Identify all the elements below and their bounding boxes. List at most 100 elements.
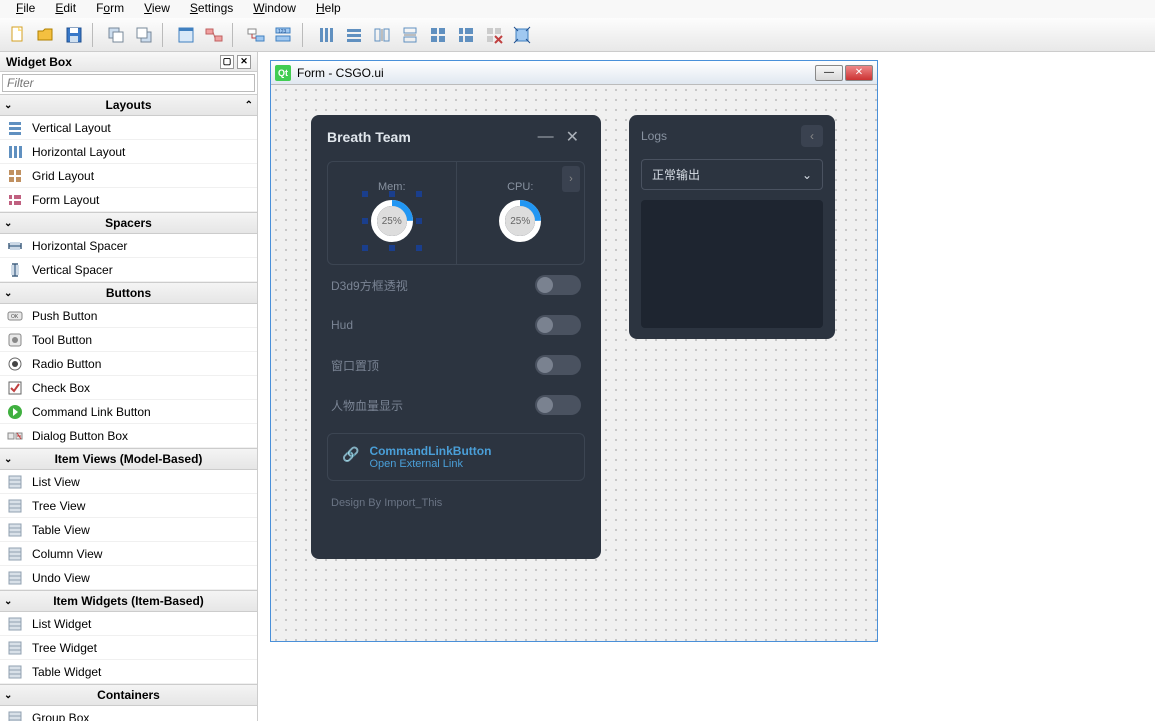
widget-item-label: Tree Widget <box>32 641 97 655</box>
widget-item-label: Table Widget <box>32 665 101 679</box>
dock-close-icon[interactable]: ✕ <box>237 55 251 69</box>
widget-item[interactable]: Group Box <box>0 706 257 721</box>
toggle-switch[interactable] <box>535 275 581 295</box>
mem-label: Mem: <box>378 181 406 193</box>
svg-text:OK: OK <box>11 314 19 320</box>
mem-gauge[interactable]: Mem: 25% <box>328 162 456 264</box>
widget-item[interactable]: Tree Widget <box>0 636 257 660</box>
widget-box-title: Widget Box ▢ ✕ <box>0 52 257 72</box>
toggle-row: 人物血量显示 <box>311 385 601 425</box>
widget-item-icon <box>6 331 24 349</box>
widget-item[interactable]: OKPush Button <box>0 304 257 328</box>
tool-edit-signals-icon[interactable] <box>200 21 228 49</box>
tool-edit-widgets-icon[interactable] <box>172 21 200 49</box>
tool-adjust-size-icon[interactable] <box>508 21 536 49</box>
tool-edit-buddies-icon[interactable] <box>242 21 270 49</box>
panel-close-icon[interactable]: ✕ <box>560 127 585 147</box>
command-link-button[interactable]: 🔗 CommandLinkButton Open External Link <box>327 433 585 481</box>
widget-item[interactable]: Horizontal Layout <box>0 140 257 164</box>
qt-logo-icon: Qt <box>275 65 291 81</box>
logs-dropdown[interactable]: 正常输出 ⌄ <box>641 159 823 190</box>
widget-item-icon <box>6 143 24 161</box>
cpu-gauge[interactable]: CPU: 25% <box>456 162 585 264</box>
toggle-label: D3d9方框透视 <box>331 277 408 294</box>
logs-output[interactable] <box>641 200 823 328</box>
widget-box-list[interactable]: ⌄Layouts⌃Vertical LayoutHorizontal Layou… <box>0 94 257 721</box>
widget-item[interactable]: Check Box <box>0 376 257 400</box>
widget-section-header[interactable]: ⌄Layouts⌃ <box>0 94 257 116</box>
widget-item[interactable]: Vertical Spacer <box>0 258 257 282</box>
widget-item[interactable]: Dialog Button Box <box>0 424 257 448</box>
widget-item[interactable]: Undo View <box>0 566 257 590</box>
tool-open-icon[interactable] <box>32 21 60 49</box>
widget-item[interactable]: List Widget <box>0 612 257 636</box>
widget-item-icon <box>6 639 24 657</box>
menu-edit[interactable]: Edit <box>45 0 86 18</box>
widget-item-label: Tool Button <box>32 333 92 347</box>
widget-section-header[interactable]: ⌄Containers <box>0 684 257 706</box>
toggle-switch[interactable] <box>535 315 581 335</box>
widget-item-icon <box>6 709 24 721</box>
tool-break-layout-icon[interactable] <box>480 21 508 49</box>
menu-form[interactable]: Form <box>86 0 134 18</box>
widget-section-header[interactable]: ⌄Spacers <box>0 212 257 234</box>
widget-section-header[interactable]: ⌄Buttons <box>0 282 257 304</box>
menu-file[interactable]: File <box>6 0 45 18</box>
form-body[interactable]: Breath Team — ✕ › Mem: 25% <box>271 85 877 641</box>
tool-layout-vsplit-icon[interactable] <box>396 21 424 49</box>
widget-item[interactable]: Horizontal Spacer <box>0 234 257 258</box>
toggle-label: Hud <box>331 318 353 332</box>
cmdlink-subtitle: Open External Link <box>369 458 491 470</box>
chevron-down-icon: ⌄ <box>802 168 812 182</box>
widget-item[interactable]: Vertical Layout <box>0 116 257 140</box>
widget-item[interactable]: Tree View <box>0 494 257 518</box>
widget-item-label: Table View <box>32 523 90 537</box>
breath-team-panel[interactable]: Breath Team — ✕ › Mem: 25% <box>311 115 601 559</box>
logs-back-icon[interactable]: ‹ <box>801 125 823 147</box>
tool-layout-h-icon[interactable] <box>312 21 340 49</box>
form-titlebar[interactable]: Qt Form - CSGO.ui — ✕ <box>271 61 877 85</box>
menu-view[interactable]: View <box>134 0 180 18</box>
close-button[interactable]: ✕ <box>845 65 873 81</box>
widget-item[interactable]: Tool Button <box>0 328 257 352</box>
tool-save-icon[interactable] <box>60 21 88 49</box>
widget-item-label: Dialog Button Box <box>32 429 128 443</box>
menu-settings[interactable]: Settings <box>180 0 243 18</box>
tool-new-icon[interactable] <box>4 21 32 49</box>
form-canvas[interactable]: Qt Form - CSGO.ui — ✕ Breath Team — ✕ › <box>258 52 1155 721</box>
widget-item[interactable]: Form Layout <box>0 188 257 212</box>
form-window[interactable]: Qt Form - CSGO.ui — ✕ Breath Team — ✕ › <box>270 60 878 642</box>
panel-minimize-icon[interactable]: — <box>532 128 560 146</box>
widget-section-header[interactable]: ⌄Item Views (Model-Based) <box>0 448 257 470</box>
minimize-button[interactable]: — <box>815 65 843 81</box>
tool-form-layout-icon[interactable] <box>452 21 480 49</box>
widget-item-label: Tree View <box>32 499 85 513</box>
dock-float-icon[interactable]: ▢ <box>220 55 234 69</box>
widget-item[interactable]: Table View <box>0 518 257 542</box>
logs-panel[interactable]: Logs ‹ 正常输出 ⌄ <box>629 115 835 339</box>
widget-item[interactable]: List View <box>0 470 257 494</box>
widget-item[interactable]: Command Link Button <box>0 400 257 424</box>
widget-item[interactable]: Table Widget <box>0 660 257 684</box>
widget-item-icon <box>6 119 24 137</box>
toggle-switch[interactable] <box>535 355 581 375</box>
widget-item-label: Form Layout <box>32 193 99 207</box>
widget-item-icon <box>6 497 24 515</box>
toggle-switch[interactable] <box>535 395 581 415</box>
menu-window[interactable]: Window <box>243 0 306 18</box>
tool-layout-hsplit-icon[interactable] <box>368 21 396 49</box>
tool-edit-taborder-icon[interactable]: 123 <box>270 21 298 49</box>
widget-item[interactable]: Radio Button <box>0 352 257 376</box>
widget-item[interactable]: Column View <box>0 542 257 566</box>
widget-section-header[interactable]: ⌄Item Widgets (Item-Based) <box>0 590 257 612</box>
widget-box-filter-input[interactable] <box>2 74 255 92</box>
tool-grid-icon[interactable] <box>424 21 452 49</box>
tool-layout-v-icon[interactable] <box>340 21 368 49</box>
tool-bring-front-icon[interactable] <box>130 21 158 49</box>
svg-text:123: 123 <box>278 29 287 35</box>
widget-item-label: Undo View <box>32 571 90 585</box>
widget-item[interactable]: Grid Layout <box>0 164 257 188</box>
tool-send-back-icon[interactable] <box>102 21 130 49</box>
menu-help[interactable]: Help <box>306 0 351 18</box>
toggle-row: Hud <box>311 305 601 345</box>
